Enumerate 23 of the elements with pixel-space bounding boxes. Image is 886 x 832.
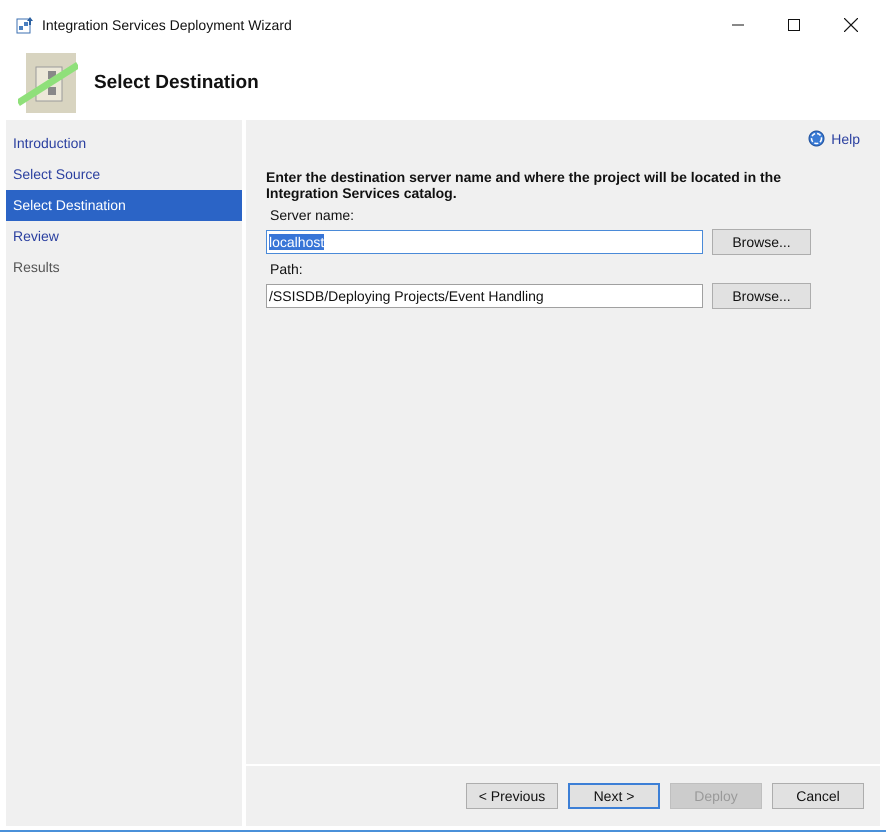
step-item[interactable]: Select Destination bbox=[6, 190, 242, 221]
step-item[interactable]: Results bbox=[6, 252, 242, 283]
browse-button[interactable]: Browse... bbox=[712, 229, 811, 255]
step-item[interactable]: Introduction bbox=[6, 128, 242, 159]
input-field[interactable]: /SSISDB/Deploying Projects/Event Handling bbox=[266, 284, 703, 308]
close-icon[interactable] bbox=[844, 18, 858, 32]
help-link[interactable]: Help bbox=[831, 130, 860, 146]
wizard-button[interactable]: < Previous bbox=[466, 783, 558, 809]
app-icon bbox=[16, 16, 34, 34]
instruction-text: Enter the destination server name and where the project will be located in the Integration Services catalog. bbox=[266, 169, 782, 201]
page-title: Select Destination bbox=[94, 72, 259, 94]
step-item[interactable]: Select Source bbox=[6, 159, 242, 190]
step-item[interactable]: Review bbox=[6, 221, 242, 252]
wizard-button[interactable]: Cancel bbox=[772, 783, 864, 809]
field-label: Path: bbox=[269, 261, 304, 277]
maximize-icon[interactable] bbox=[788, 19, 800, 31]
input-field[interactable]: localhost bbox=[266, 230, 703, 254]
wizard-button[interactable]: Next > bbox=[568, 783, 660, 809]
help-icon[interactable] bbox=[808, 130, 826, 147]
window-title: Integration Services Deployment Wizard bbox=[42, 17, 292, 33]
browse-button[interactable]: Browse... bbox=[712, 283, 811, 309]
field-label: Server name: bbox=[269, 207, 356, 223]
wizard-drawing bbox=[18, 53, 78, 113]
